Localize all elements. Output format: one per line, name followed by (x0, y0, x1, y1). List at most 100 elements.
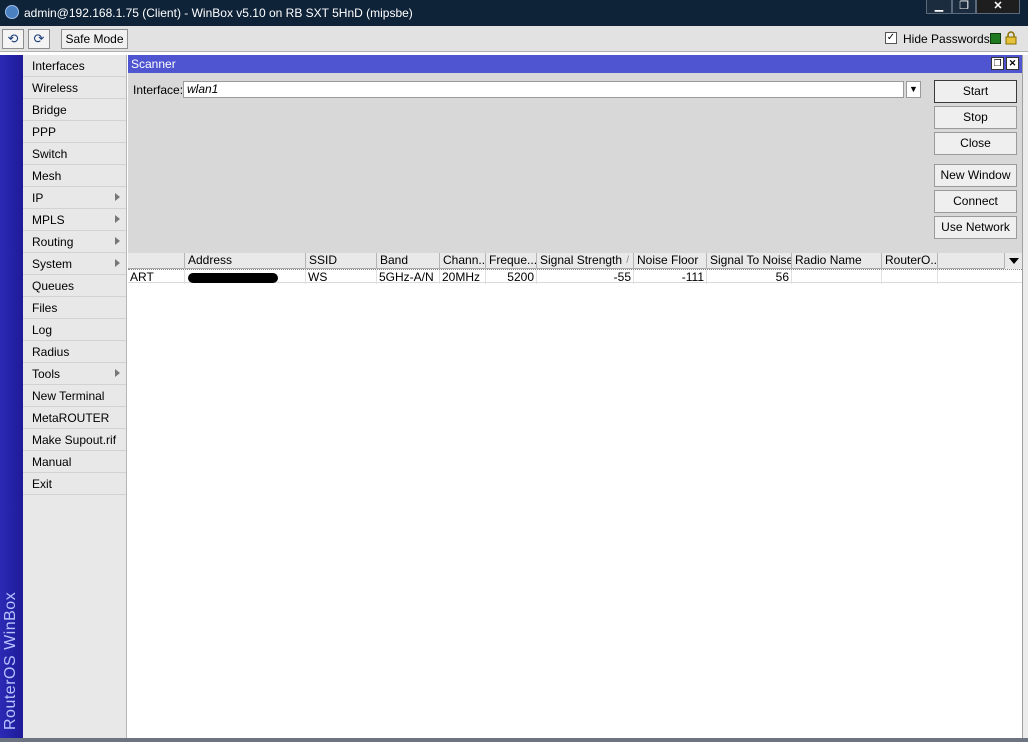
column-header-frequency[interactable]: Freque... (486, 253, 537, 269)
sidebar-item-routing[interactable]: Routing (23, 231, 126, 253)
safe-mode-button[interactable]: Safe Mode (61, 29, 128, 49)
sidebar-item-make-supout[interactable]: Make Supout.rif (23, 429, 126, 451)
sidebar-item-system[interactable]: System (23, 253, 126, 275)
scanner-title: Scanner (131, 57, 176, 71)
sidebar-item-ip[interactable]: IP (23, 187, 126, 209)
interface-dropdown-button[interactable]: ▼ (906, 81, 921, 98)
new-window-button[interactable]: New Window (934, 164, 1017, 187)
sidebar-item-metarouter[interactable]: MetaROUTER (23, 407, 126, 429)
sidebar-item-label: MetaROUTER (32, 411, 110, 425)
column-header-flags[interactable] (128, 253, 185, 269)
sidebar-item-ppp[interactable]: PPP (23, 121, 126, 143)
submenu-arrow-icon (115, 237, 120, 245)
sidebar-item-exit[interactable]: Exit (23, 473, 126, 495)
cell-radio-name (792, 270, 882, 284)
sidebar-item-label: Routing (32, 235, 74, 249)
sidebar-item-label: Mesh (32, 169, 62, 183)
sidebar-item-radius[interactable]: Radius (23, 341, 126, 363)
sidebar-item-label: Interfaces (32, 59, 85, 73)
sidebar-item-label: Make Supout.rif (32, 433, 117, 447)
sidebar-item-label: Switch (32, 147, 68, 161)
taskbar-edge (0, 738, 1028, 742)
close-window-button[interactable]: ✕ (976, 0, 1020, 14)
sidebar-item-label: Wireless (32, 81, 79, 95)
cell-signal-to-noise: 56 (707, 270, 792, 284)
use-network-button[interactable]: Use Network (934, 216, 1017, 239)
cell-ssid: WS (306, 270, 377, 284)
column-header-routeros[interactable]: RouterO... (882, 253, 938, 269)
interface-label: Interface: (133, 83, 184, 97)
restore-window-button[interactable]: ❐ (991, 57, 1004, 70)
redo-button[interactable]: ⟳ (28, 29, 50, 49)
cell-band: 5GHz-A/N (377, 270, 440, 284)
sidebar-item-wireless[interactable]: Wireless (23, 77, 126, 99)
hide-passwords-checkbox[interactable]: ✓ (885, 32, 897, 44)
sidebar-item-label: MPLS (32, 213, 65, 227)
cell-flags: ART (128, 270, 185, 284)
sidebar-item-files[interactable]: Files (23, 297, 126, 319)
minimize-button[interactable]: ▁ (926, 0, 952, 14)
sidebar-item-label: Tools (32, 367, 61, 381)
title-bar[interactable]: admin@192.168.1.75 (Client) - WinBox v5.… (0, 0, 1028, 26)
interface-select[interactable]: wlan1 (183, 81, 904, 98)
sidebar-item-label: PPP (32, 125, 57, 139)
sidebar-item-label: Manual (32, 455, 72, 469)
sidebar-item-tools[interactable]: Tools (23, 363, 126, 385)
sidebar-item-queues[interactable]: Queues (23, 275, 126, 297)
stop-button[interactable]: Stop (934, 106, 1017, 129)
maximize-button[interactable]: ❐ (952, 0, 976, 14)
sidebar-item-switch[interactable]: Switch (23, 143, 126, 165)
sidebar-menu: Interfaces Wireless Bridge PPP Switch Me… (23, 55, 127, 742)
sidebar-item-interfaces[interactable]: Interfaces (23, 55, 126, 77)
close-button[interactable]: Close (934, 132, 1017, 155)
undo-button[interactable]: ⟲ (2, 29, 24, 49)
sidebar-item-label: IP (32, 191, 44, 205)
column-header-signal-strength[interactable]: Signal Strength / (537, 253, 634, 269)
connection-status-icon (990, 33, 1001, 44)
sidebar-item-log[interactable]: Log (23, 319, 126, 341)
column-header-noise-floor[interactable]: Noise Floor (634, 253, 707, 269)
column-header-ssid[interactable]: SSID (306, 253, 377, 269)
cell-channel: 20MHz (440, 270, 486, 284)
sidebar-item-mpls[interactable]: MPLS (23, 209, 126, 231)
toolbar: ⟲ ⟳ Safe Mode (0, 26, 1028, 52)
scanner-window: Scanner ❐ ✕ Interface: wlan1 ▼ Start Sto… (128, 55, 1022, 742)
window-title: admin@192.168.1.75 (Client) - WinBox v5.… (24, 6, 413, 20)
sidebar-item-manual[interactable]: Manual (23, 451, 126, 473)
connect-button[interactable]: Connect (934, 190, 1017, 213)
scan-results-table: Address SSID Band Chann... Freque... Sig… (128, 253, 1022, 742)
sidebar-item-label: Log (32, 323, 53, 337)
sidebar-item-new-terminal[interactable]: New Terminal (23, 385, 126, 407)
start-button[interactable]: Start (934, 80, 1017, 103)
sidebar-item-label: Exit (32, 477, 53, 491)
table-row[interactable]: ART WS 5GHz-A/N 20MHz 5200 -55 -111 56 (128, 269, 1022, 284)
sidebar-item-label: Queues (32, 279, 75, 293)
cell-routeros (882, 270, 938, 284)
submenu-arrow-icon (115, 193, 120, 201)
column-header-radio-name[interactable]: Radio Name (792, 253, 882, 269)
sidebar-item-label: Files (32, 301, 58, 315)
column-header-address[interactable]: Address (185, 253, 306, 269)
sidebar-item-label: System (32, 257, 73, 271)
cell-frequency: 5200 (486, 270, 537, 284)
column-header-band[interactable]: Band (377, 253, 440, 269)
column-menu-button[interactable] (1004, 253, 1022, 269)
submenu-arrow-icon (115, 369, 120, 377)
column-header-label: Signal Strength (540, 253, 623, 267)
close-scanner-button[interactable]: ✕ (1006, 57, 1019, 70)
sidebar-item-mesh[interactable]: Mesh (23, 165, 126, 187)
sidebar-item-bridge[interactable]: Bridge (23, 99, 126, 121)
undo-icon: ⟲ (7, 31, 19, 46)
submenu-arrow-icon (115, 259, 120, 267)
cell-signal-strength: -55 (537, 270, 634, 284)
column-header-channel[interactable]: Chann... (440, 253, 486, 269)
table-header: Address SSID Band Chann... Freque... Sig… (128, 253, 1022, 269)
redacted-address (188, 273, 278, 283)
redo-icon: ⟳ (33, 31, 45, 46)
chevron-down-icon (1009, 258, 1019, 264)
column-header-signal-to-noise[interactable]: Signal To Noise (707, 253, 792, 269)
chevron-down-icon: ▼ (909, 84, 918, 94)
cell-noise-floor: -111 (634, 270, 707, 284)
scanner-title-bar[interactable]: Scanner ❐ ✕ (128, 55, 1022, 73)
lock-icon (1005, 31, 1017, 45)
